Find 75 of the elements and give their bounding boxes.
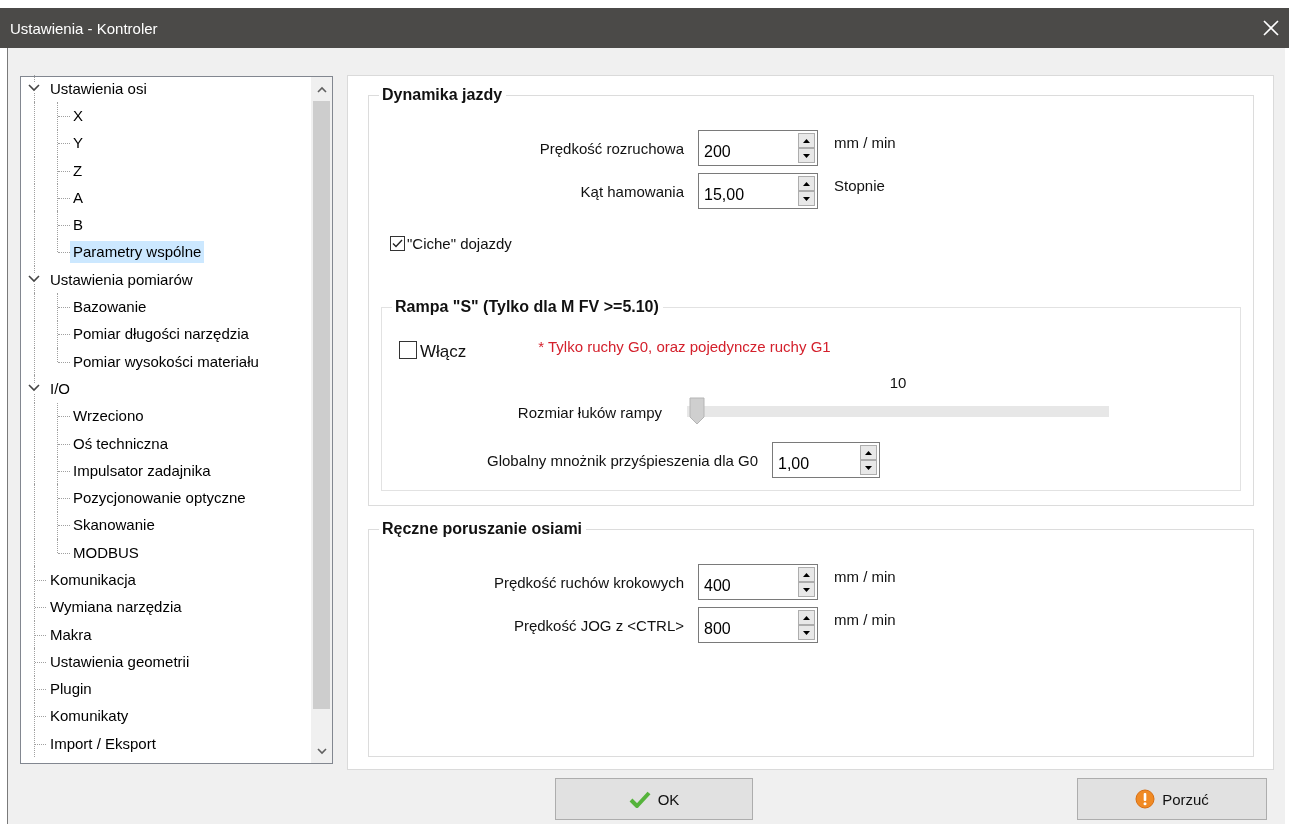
tree-item[interactable]: Pozycjonowanie optyczne xyxy=(70,487,249,510)
tree-item[interactable]: Komunikacja xyxy=(47,569,139,591)
tree-item[interactable]: Wymiana narzędzia xyxy=(47,596,185,619)
chevron-down-icon xyxy=(316,747,327,755)
checkbox[interactable] xyxy=(399,341,417,359)
triangle-up-icon xyxy=(803,138,810,143)
tree-item[interactable]: Y xyxy=(70,132,86,155)
tree-item[interactable]: Oś techniczna xyxy=(70,432,172,455)
triangle-up-icon xyxy=(803,572,810,577)
field-label: Prędkość JOG z <CTRL> xyxy=(512,616,685,634)
triangle-up-icon xyxy=(865,450,872,455)
tree-item[interactable]: Import / Eksport xyxy=(47,732,159,755)
tree-item[interactable]: MODBUS xyxy=(70,541,142,564)
unit-label: mm / min xyxy=(834,610,896,628)
unit-label: mm / min xyxy=(834,567,896,585)
spin-up-button[interactable] xyxy=(798,567,815,582)
spin-up-button[interactable] xyxy=(860,445,877,460)
checkbox-label: "Ciche" dojazdy xyxy=(407,235,512,252)
checkbox[interactable] xyxy=(390,236,405,251)
tree-item[interactable]: Z xyxy=(70,159,86,182)
triangle-down-icon xyxy=(803,153,810,158)
window-title: Ustawienia - Kontroler xyxy=(10,19,158,37)
chevron-up-icon xyxy=(316,85,327,93)
unit-label: mm / min xyxy=(834,133,896,151)
tree-item[interactable]: Ustawienia pomiarów xyxy=(47,268,196,291)
spin-down-button[interactable] xyxy=(798,625,815,640)
spin-down-button[interactable] xyxy=(798,582,815,597)
spin-down-button[interactable] xyxy=(860,460,877,475)
ok-button[interactable]: OK xyxy=(555,778,753,820)
spin-up-button[interactable] xyxy=(798,176,815,191)
triangle-down-icon xyxy=(803,587,810,592)
tree-item[interactable]: Komunikaty xyxy=(47,705,132,728)
field-label: Prędkość rozruchowa xyxy=(538,139,685,157)
triangle-down-icon xyxy=(803,196,810,201)
tree-item[interactable]: B xyxy=(70,214,86,237)
tree-item[interactable]: Skanowanie xyxy=(70,514,158,537)
spin-down-button[interactable] xyxy=(798,148,815,163)
slider-value: 10 xyxy=(888,374,908,393)
tree-item[interactable]: Makra xyxy=(47,623,95,646)
tree-item[interactable]: Bazowanie xyxy=(70,296,150,318)
triangle-down-icon xyxy=(803,630,810,635)
slider-label: Rozmiar łuków rampy xyxy=(516,402,662,421)
spin-up-button[interactable] xyxy=(798,133,815,148)
tree-item[interactable]: Wrzeciono xyxy=(70,405,147,428)
spin-down-button[interactable] xyxy=(798,191,815,206)
slider-thumb[interactable] xyxy=(687,397,707,425)
tree-item[interactable]: Ustawienia geometrii xyxy=(47,650,193,673)
spin-up-button[interactable] xyxy=(798,610,815,625)
triangle-up-icon xyxy=(803,181,810,186)
tree-item[interactable]: Parametry wspólne xyxy=(70,241,205,264)
tree-item[interactable]: Plugin xyxy=(47,678,95,701)
field-label: Globalny mnożnik przyśpieszenia dla G0 xyxy=(486,451,759,469)
tree-item[interactable]: Ustawienia osi xyxy=(47,77,150,100)
check-icon xyxy=(628,790,651,808)
tree-item[interactable]: X xyxy=(70,104,86,127)
group-title: Ręczne poruszanie osiami xyxy=(381,520,584,538)
triangle-up-icon xyxy=(803,615,810,620)
unit-label: Stopnie xyxy=(834,176,885,194)
tree-item[interactable]: Pomiar długości narzędzia xyxy=(70,323,252,346)
field-label: Prędkość ruchów krokowych xyxy=(492,573,685,591)
tree-item[interactable]: A xyxy=(70,186,86,209)
chevron-down-icon[interactable] xyxy=(28,83,40,93)
warning-note: * Tylko ruchy G0, oraz pojedyncze ruchy G1 xyxy=(538,338,831,355)
triangle-down-icon xyxy=(865,465,872,470)
close-icon[interactable] xyxy=(1263,20,1279,36)
cancel-button[interactable]: Porzuć xyxy=(1077,778,1267,820)
tree-item[interactable]: Impulsator zadajnika xyxy=(70,459,214,482)
group-title: Rampa "S" (Tylko dla M FV >=5.10) xyxy=(394,298,660,316)
tree-item[interactable]: I/O xyxy=(47,377,73,400)
group-title: Dynamika jazdy xyxy=(381,86,504,104)
warning-icon xyxy=(1135,789,1156,809)
tree-item[interactable]: Pomiar wysokości materiału xyxy=(70,350,262,373)
scrollbar-thumb[interactable] xyxy=(313,101,330,709)
checkbox-label: Włącz xyxy=(420,342,467,362)
field-label: Kąt hamowania xyxy=(579,182,685,200)
